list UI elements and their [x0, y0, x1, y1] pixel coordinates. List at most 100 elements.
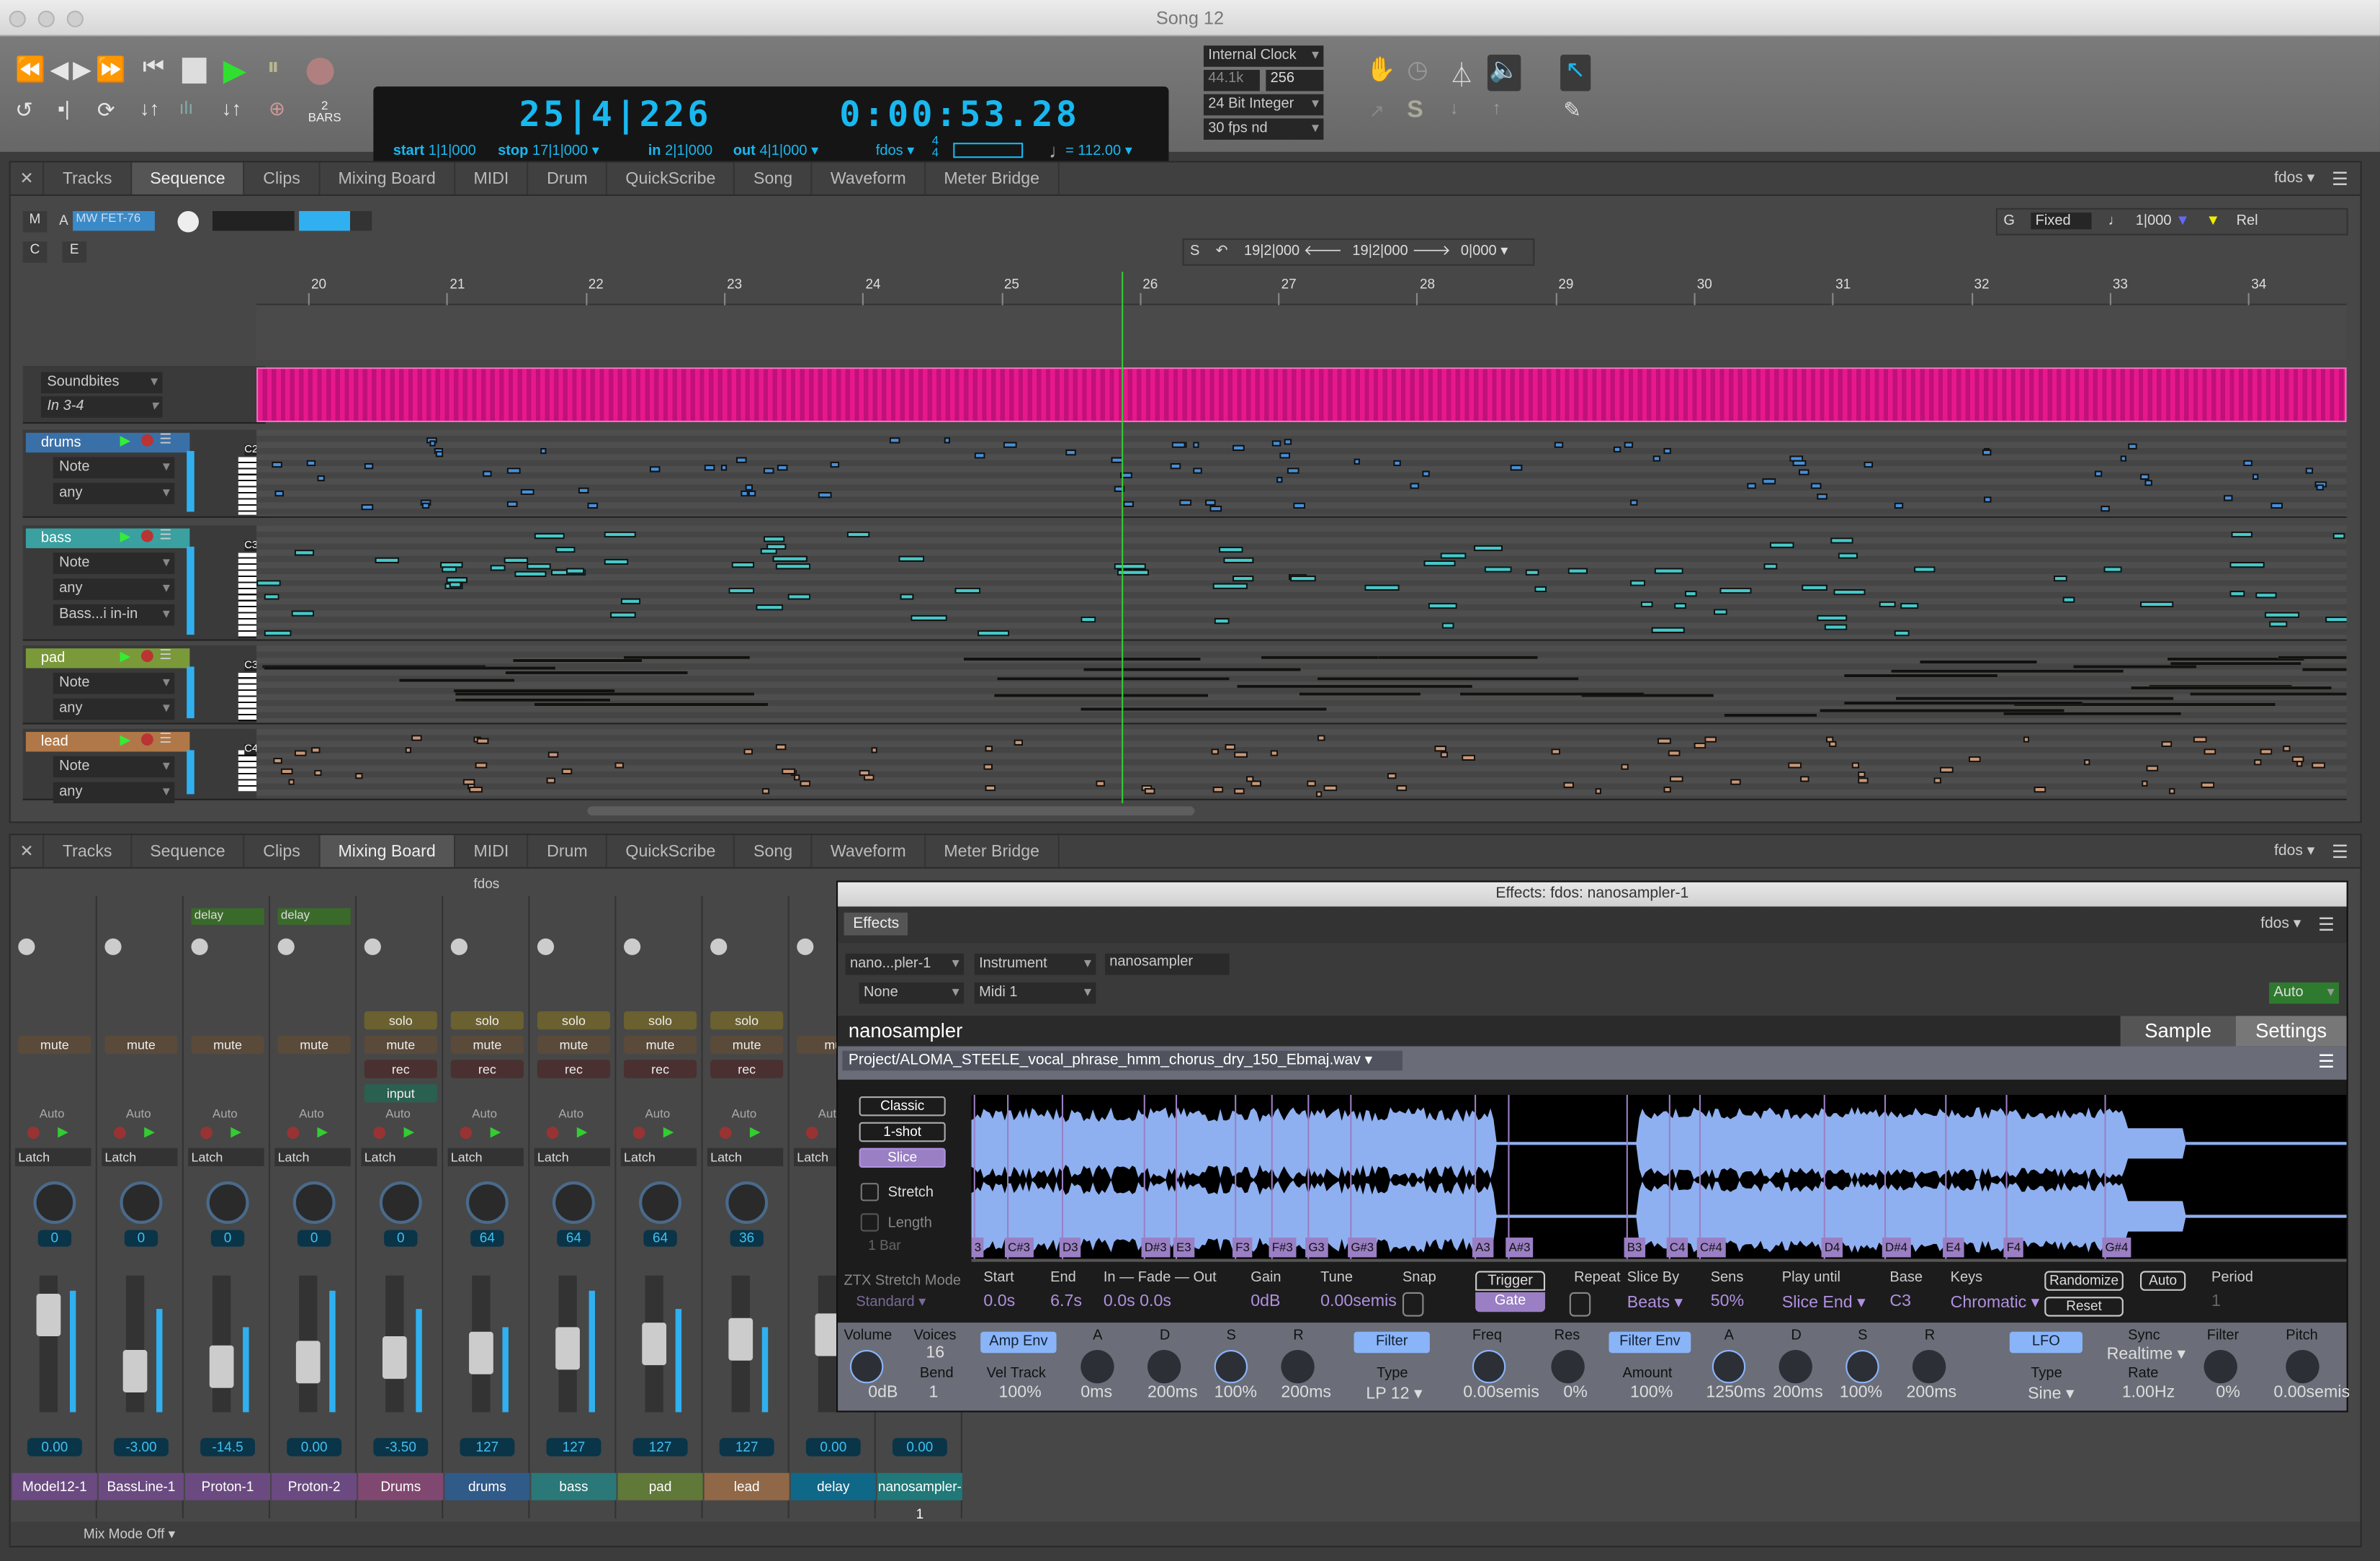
note[interactable] — [1387, 773, 1397, 779]
close-pane-icon[interactable]: ✕ — [11, 162, 45, 194]
stretch-checkbox[interactable] — [860, 1183, 880, 1202]
automation-mode-select[interactable]: Latch — [274, 1148, 351, 1166]
note[interactable] — [1111, 456, 1123, 463]
filter-type-select[interactable]: LP 12 ▾ — [1366, 1383, 1422, 1403]
volume-value[interactable]: 0.00 — [287, 1438, 342, 1457]
tab-waveform[interactable]: Waveform — [813, 162, 926, 194]
bbt-counter[interactable]: 25|4|226 — [519, 96, 712, 135]
track-type[interactable]: Note — [53, 553, 175, 574]
note[interactable] — [2144, 479, 2153, 486]
note[interactable] — [577, 487, 589, 493]
pan-knob[interactable] — [120, 1181, 163, 1225]
note[interactable] — [944, 437, 951, 444]
res-value[interactable]: 0% — [1563, 1383, 1588, 1401]
amp-d-value[interactable]: 200ms — [1148, 1383, 1198, 1401]
note[interactable] — [1441, 622, 1455, 630]
note[interactable] — [1410, 483, 1420, 490]
note[interactable] — [1792, 460, 1807, 467]
note[interactable] — [306, 459, 316, 466]
note[interactable] — [748, 490, 756, 496]
note[interactable] — [1224, 743, 1235, 750]
note[interactable] — [2193, 736, 2206, 743]
pan-knob[interactable] — [639, 1181, 682, 1225]
note[interactable] — [1324, 785, 1338, 792]
note[interactable] — [435, 451, 443, 457]
note[interactable] — [799, 780, 811, 787]
note[interactable] — [469, 787, 483, 793]
track-header-lead[interactable]: lead▶☰NoteanyC4 — [22, 728, 266, 804]
note[interactable] — [364, 462, 374, 469]
volume-fader[interactable] — [555, 1327, 580, 1370]
note[interactable] — [1858, 777, 1869, 784]
amp-s-knob[interactable] — [1214, 1350, 1248, 1384]
note-lane-bass[interactable] — [256, 525, 2347, 641]
trigger-button[interactable]: Trigger — [1475, 1271, 1546, 1291]
solo-button[interactable]: solo — [364, 1011, 437, 1030]
sync-select[interactable]: fdos ▾ — [876, 143, 915, 159]
amount-value[interactable]: 100% — [1630, 1383, 1673, 1401]
note[interactable] — [1307, 779, 1316, 786]
slice-marker[interactable]: D4 — [1821, 1238, 1843, 1258]
note[interactable] — [565, 567, 584, 574]
note[interactable] — [1851, 762, 1859, 769]
e-button[interactable]: E — [62, 241, 87, 263]
note[interactable] — [527, 564, 552, 571]
note[interactable] — [1354, 458, 1361, 465]
note[interactable] — [1299, 692, 1421, 695]
note[interactable] — [1316, 677, 1578, 681]
note[interactable] — [1940, 766, 1954, 773]
note[interactable] — [1567, 568, 1588, 575]
note[interactable] — [1462, 753, 1475, 761]
rewind-button[interactable]: ⏪ — [15, 55, 45, 85]
menu-icon[interactable]: ☰ — [2332, 841, 2348, 863]
fenv-r-knob[interactable] — [1912, 1350, 1946, 1384]
zoom-window-button[interactable] — [66, 10, 84, 27]
input-button[interactable]: input — [364, 1084, 437, 1103]
note[interactable] — [772, 555, 808, 562]
fps-select[interactable]: 30 fps nd — [1203, 118, 1324, 140]
channel-name[interactable]: Drums — [358, 1472, 444, 1500]
note[interactable] — [1170, 463, 1181, 470]
start-value[interactable]: 1|1|000 — [429, 143, 476, 159]
sync-select[interactable]: Realtime ▾ — [2107, 1344, 2186, 1364]
note[interactable] — [2223, 494, 2233, 501]
automation-record-icon[interactable] — [805, 1127, 818, 1139]
note[interactable] — [888, 437, 900, 444]
note[interactable] — [2168, 788, 2176, 795]
note[interactable] — [1664, 787, 1672, 794]
note[interactable] — [264, 593, 279, 600]
play-enable-icon[interactable]: ▶ — [120, 732, 130, 748]
note[interactable] — [521, 488, 534, 496]
lfo-type-select[interactable]: Sine ▾ — [2028, 1383, 2074, 1403]
note[interactable] — [2260, 748, 2273, 755]
type-select[interactable]: Instrument — [974, 953, 1096, 975]
note[interactable] — [2145, 765, 2158, 771]
note[interactable] — [1525, 570, 1540, 576]
automation-mode-select[interactable]: Latch — [102, 1148, 178, 1166]
note[interactable] — [2140, 600, 2174, 607]
automation-mode-select[interactable]: Latch — [361, 1148, 437, 1166]
note[interactable] — [764, 468, 774, 475]
rec-button[interactable]: rec — [450, 1060, 524, 1078]
slice-marker[interactable]: G3 — [1305, 1238, 1328, 1258]
fast-forward-button[interactable]: ⏩ — [96, 55, 126, 85]
minimize-window-button[interactable] — [37, 10, 55, 27]
plugin-name-field[interactable]: nanosampler — [1104, 953, 1230, 975]
buffer-size[interactable]: 256 — [1266, 69, 1324, 91]
out-value[interactable]: 4|1|000 — [759, 143, 807, 159]
filter-env-button[interactable]: Filter Env — [1609, 1331, 1691, 1354]
soundbite-clips[interactable] — [256, 367, 2347, 423]
note[interactable] — [1833, 589, 1865, 596]
note[interactable] — [2283, 745, 2291, 751]
stop-button[interactable] — [182, 58, 207, 84]
note[interactable] — [1287, 468, 1300, 474]
tab-midi[interactable]: MIDI — [455, 835, 529, 867]
note[interactable] — [1232, 576, 1254, 582]
note[interactable] — [1684, 591, 1698, 598]
send-slot[interactable]: delay — [277, 908, 351, 925]
effects-tab[interactable]: Effects — [844, 912, 908, 936]
note[interactable] — [1623, 441, 1634, 448]
note[interactable] — [2270, 503, 2283, 510]
track-name[interactable]: Soundbites — [40, 372, 163, 393]
amp-r-knob[interactable] — [1281, 1350, 1315, 1384]
